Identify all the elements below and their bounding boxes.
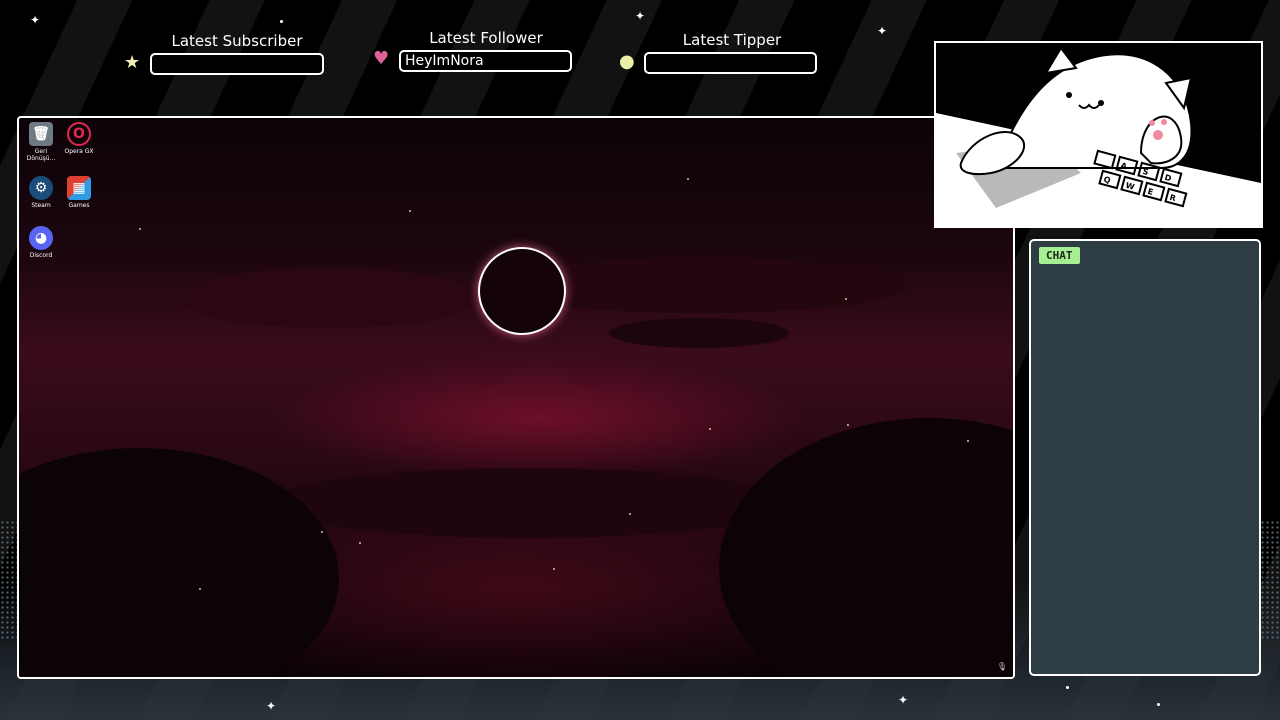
latest-tipper-widget: Latest Tipper ●: [619, 31, 819, 76]
star: [553, 568, 555, 570]
desktop-icon-discord[interactable]: ◕ Discord: [21, 226, 61, 259]
desktop-icon-opera-gx[interactable]: O Opera GX: [59, 122, 99, 155]
star: [321, 531, 323, 533]
games-icon: ▦: [67, 176, 91, 200]
desktop-icon-games[interactable]: ▦ Games: [59, 176, 99, 209]
star-icon: ★: [124, 52, 141, 73]
recycle-bin-icon: 🗑: [29, 122, 53, 146]
latest-tipper-label: Latest Tipper: [682, 31, 782, 49]
desktop-icon-caption: Geri Dönüşü...: [26, 148, 56, 162]
discord-icon: ◕: [29, 226, 53, 250]
desktop-icon-caption: Opera GX: [64, 148, 94, 155]
desktop-icon-caption: Steam: [31, 202, 51, 209]
desktop-icon-steam[interactable]: ⚙ Steam: [21, 176, 61, 209]
star: [687, 178, 689, 180]
cloud: [609, 318, 789, 348]
desktop-icon-caption: Discord: [29, 252, 53, 259]
latest-subscriber-value: [150, 53, 324, 75]
star: [139, 228, 141, 230]
star: [845, 298, 847, 300]
star: [847, 424, 849, 426]
eclipse: [478, 247, 566, 335]
cat-eye: [1066, 92, 1072, 98]
paw-pad: [1153, 130, 1163, 140]
star: [199, 588, 201, 590]
star: [629, 513, 631, 515]
star-dot: [1157, 703, 1160, 706]
paw-pad: [1161, 119, 1167, 125]
sparkle-icon: ✦: [877, 24, 888, 38]
star: [709, 428, 711, 430]
desktop-icon-caption: Games: [68, 202, 90, 209]
coin-icon: ●: [619, 51, 635, 72]
star-dot: [1066, 686, 1069, 689]
mountain: [719, 418, 1013, 677]
bongo-cat-illustration: A S D W E R Q: [936, 46, 1261, 226]
cloud: [179, 268, 479, 328]
latest-subscriber-widget: Latest Subscriber ★: [124, 32, 324, 77]
steam-icon: ⚙: [29, 176, 53, 200]
cat-ear: [1044, 46, 1078, 75]
latest-subscriber-label: Latest Subscriber: [171, 32, 303, 50]
sparkle-icon: ✦: [635, 9, 646, 23]
latest-follower-widget: Latest Follower ♥ HeyImNora: [373, 29, 573, 74]
sparkle-icon: ✦: [266, 699, 277, 713]
chat-title: CHAT: [1039, 247, 1080, 264]
paw-pad: [1149, 120, 1155, 126]
desktop-icon-recycle-bin[interactable]: 🗑 Geri Dönüşü...: [21, 122, 61, 162]
bongo-cat-cam: A S D W E R Q: [934, 41, 1263, 228]
latest-follower-label: Latest Follower: [429, 29, 543, 47]
sparkle-icon: ✦: [30, 13, 41, 27]
heart-icon: ♥: [373, 48, 390, 69]
mountain: [19, 448, 339, 677]
microphone-icon[interactable]: 🎙: [997, 662, 1007, 671]
system-tray: 🎙: [997, 662, 1007, 671]
desktop-screen: 🗑 Geri Dönüşü... O Opera GX ⚙ Steam ▦ Ga…: [17, 116, 1015, 679]
latest-follower-value: HeyImNora: [399, 50, 572, 72]
star-dot: [280, 20, 283, 23]
sparkle-icon: ✦: [898, 693, 909, 707]
star: [967, 440, 969, 442]
chat-panel: CHAT: [1029, 239, 1261, 676]
opera-gx-icon: O: [67, 122, 91, 146]
latest-tipper-value: [644, 52, 817, 74]
pixel-dots-right: [1260, 520, 1280, 640]
star: [359, 542, 361, 544]
cloud: [269, 468, 789, 538]
star: [409, 210, 411, 212]
